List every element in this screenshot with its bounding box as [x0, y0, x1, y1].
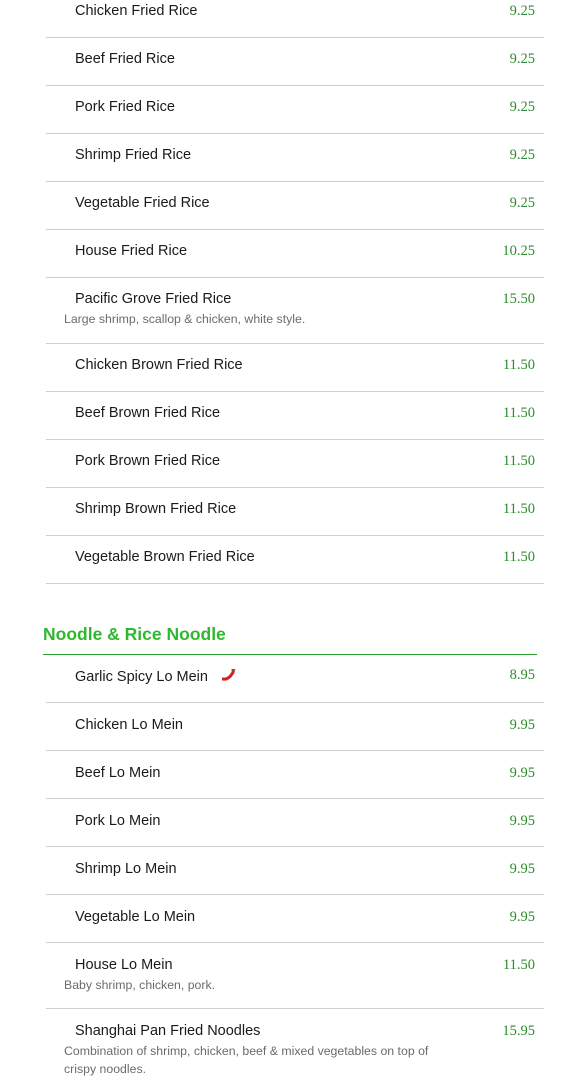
- item-name: Beef Brown Fried Rice: [75, 405, 221, 421]
- menu-item[interactable]: Beef Lo Mein 9.95: [46, 751, 544, 799]
- menu-item[interactable]: Pork Lo Mein 9.95: [46, 799, 544, 847]
- menu-item[interactable]: Shrimp Lo Mein 9.95: [46, 847, 544, 895]
- item-name: Pork Brown Fried Rice: [75, 453, 221, 469]
- menu-item[interactable]: House Lo Mein 11.50 Baby shrimp, chicken…: [46, 943, 544, 1009]
- menu-item[interactable]: Chicken Lo Mein 9.95: [46, 703, 544, 751]
- menu-item[interactable]: Beef Fried Rice 9.25: [46, 38, 544, 86]
- item-name: Pacific Grove Fried Rice: [75, 291, 232, 307]
- menu-item[interactable]: House Fried Rice 10.25: [46, 230, 544, 278]
- item-name: Chicken Fried Rice: [75, 3, 198, 19]
- item-price: 11.50: [502, 549, 535, 565]
- item-description: Large shrimp, scallop & chicken, white s…: [64, 312, 306, 326]
- menu-item[interactable]: Beef Brown Fried Rice 11.50: [46, 392, 544, 440]
- item-price: 9.25: [509, 147, 535, 163]
- item-price: 9.95: [509, 717, 535, 733]
- fried-rice-list: Chicken Fried Rice 9.25 Beef Fried Rice …: [46, 0, 544, 584]
- menu-item[interactable]: Vegetable Lo Mein 9.95: [46, 895, 544, 943]
- chili-pepper-icon: [221, 668, 236, 685]
- item-name: Garlic Spicy Lo Mein: [75, 669, 208, 685]
- item-name: Vegetable Lo Mein: [75, 909, 196, 925]
- item-price: 11.50: [502, 957, 535, 973]
- item-name: Beef Fried Rice: [75, 51, 175, 67]
- item-name: House Lo Mein: [75, 957, 173, 973]
- item-name: Shrimp Fried Rice: [75, 147, 192, 163]
- item-name: Pork Lo Mein: [75, 813, 161, 829]
- item-name: Shrimp Lo Mein: [75, 861, 177, 877]
- item-price: 10.25: [502, 243, 535, 259]
- menu-item[interactable]: Vegetable Fried Rice 9.25: [46, 182, 544, 230]
- menu-item[interactable]: Garlic Spicy Lo Mein 8.95: [46, 655, 544, 703]
- item-name: Beef Lo Mein: [75, 765, 161, 781]
- item-price: 11.50: [502, 405, 535, 421]
- item-price: 8.95: [509, 667, 535, 683]
- menu-item[interactable]: Vegetable Brown Fried Rice 11.50: [46, 536, 544, 584]
- item-price: 15.50: [502, 291, 535, 307]
- menu-item[interactable]: Chicken Fried Rice 9.25: [46, 0, 544, 38]
- item-name: Vegetable Fried Rice: [75, 195, 210, 211]
- menu-item[interactable]: Chicken Brown Fried Rice 11.50: [46, 344, 544, 392]
- menu-item[interactable]: Pork Brown Fried Rice 11.50: [46, 440, 544, 488]
- item-name: Shanghai Pan Fried Noodles: [75, 1023, 261, 1039]
- menu-item[interactable]: Pork Fried Rice 9.25: [46, 86, 544, 134]
- item-price: 15.95: [502, 1023, 535, 1039]
- item-name: Vegetable Brown Fried Rice: [75, 549, 255, 565]
- item-price: 9.95: [509, 861, 535, 877]
- item-name: House Fried Rice: [75, 243, 188, 259]
- item-price: 9.25: [509, 99, 535, 115]
- menu-item[interactable]: Pacific Grove Fried Rice 15.50 Large shr…: [46, 278, 544, 344]
- menu-item[interactable]: Shrimp Brown Fried Rice 11.50: [46, 488, 544, 536]
- item-price: 9.95: [509, 909, 535, 925]
- item-price: 9.95: [509, 765, 535, 781]
- item-price: 9.25: [509, 51, 535, 67]
- item-description: Baby shrimp, chicken, pork.: [64, 978, 216, 992]
- menu-item[interactable]: Shrimp Fried Rice 9.25: [46, 134, 544, 182]
- item-name: Shrimp Brown Fried Rice: [75, 501, 237, 517]
- item-description: Combination of shrimp, chicken, beef & m…: [64, 1044, 429, 1076]
- section-title: Noodle & Rice Noodle: [43, 624, 226, 644]
- item-price: 11.50: [502, 453, 535, 469]
- item-price: 9.25: [509, 195, 535, 211]
- item-price: 9.25: [509, 3, 535, 19]
- item-name: Chicken Lo Mein: [75, 717, 183, 733]
- item-name: Chicken Brown Fried Rice: [75, 357, 243, 373]
- noodle-list: Garlic Spicy Lo Mein 8.95 Chicken Lo Mei…: [46, 655, 544, 1089]
- menu-item[interactable]: Shanghai Pan Fried Noodles 15.95 Combina…: [46, 1009, 544, 1089]
- item-price: 11.50: [502, 357, 535, 373]
- item-price: 11.50: [502, 501, 535, 517]
- item-price: 9.95: [509, 813, 535, 829]
- section-header-noodle: Noodle & Rice Noodle: [43, 622, 537, 655]
- item-name: Pork Fried Rice: [75, 99, 175, 115]
- item-name-wrapper: Garlic Spicy Lo Mein: [75, 668, 236, 685]
